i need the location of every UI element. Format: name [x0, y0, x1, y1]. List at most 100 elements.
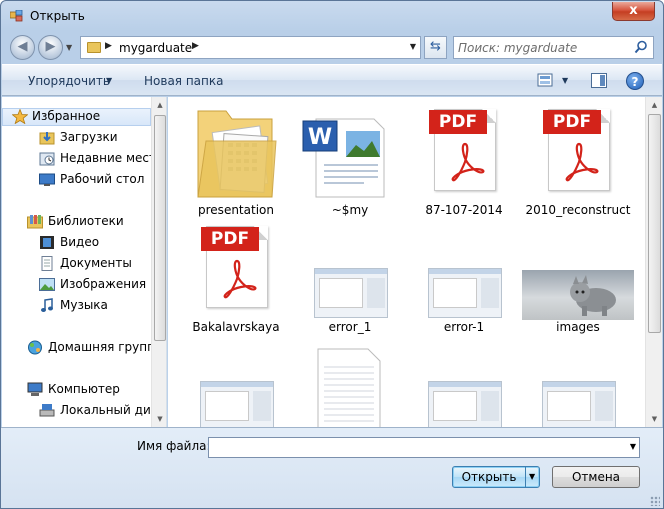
video-icon — [40, 236, 54, 249]
scrollbar-thumb[interactable] — [648, 114, 661, 333]
close-icon: x — [629, 3, 638, 18]
new-folder-button[interactable]: Новая папка — [144, 74, 223, 88]
help-button[interactable]: ? — [626, 72, 644, 90]
forward-button[interactable]: ▶ — [38, 35, 63, 60]
scroll-down-icon[interactable]: ▼ — [646, 411, 662, 427]
nav-item-label: Рабочий стол — [60, 172, 145, 186]
nav-homegroup-label: Домашняя группа — [48, 340, 163, 354]
star-icon — [12, 109, 28, 124]
search-icon[interactable] — [634, 40, 648, 54]
scrollbar-thumb[interactable] — [154, 115, 166, 341]
file-thumbnail: W — [294, 101, 406, 201]
nav-item-label: Загрузки — [60, 130, 118, 144]
filename-input[interactable] — [212, 440, 612, 455]
file-item-image[interactable]: error-1 — [408, 214, 520, 334]
nav-item-label: Недавние места — [60, 151, 164, 165]
pdf-badge: PDF — [543, 110, 601, 134]
open-file-dialog: Открыть x ◀ ▶ ▼ ▶ mygarduate ▶ ▼ ⇆ Упор — [0, 0, 664, 509]
filename-dropdown-icon[interactable]: ▼ — [630, 442, 636, 451]
desktop-icon — [39, 173, 55, 186]
navigation-pane: Избранное Загрузки Недавние места Рабочи… — [2, 97, 167, 427]
file-item-document[interactable] — [294, 331, 406, 427]
close-button[interactable]: x — [612, 2, 655, 21]
computer-icon — [27, 382, 43, 396]
change-view-icon[interactable] — [537, 73, 553, 87]
nav-item-label: Документы — [60, 256, 132, 270]
bottom-panel: Имя файла: ▼ Открыть ▼ Отмена — [1, 427, 663, 508]
title-bar[interactable]: Открыть x — [1, 1, 663, 31]
nav-item-label: Локальный диск — [60, 403, 165, 417]
file-item-image[interactable]: images — [522, 214, 634, 334]
file-thumbnail — [294, 335, 406, 427]
nav-item-label: Видео — [60, 235, 100, 249]
preview-pane-toggle-icon[interactable] — [591, 73, 607, 88]
back-button[interactable]: ◀ — [10, 35, 35, 60]
open-button[interactable]: Открыть ▼ — [452, 466, 540, 488]
file-thumbnail — [408, 335, 520, 427]
navigation-scrollbar[interactable]: ▲ ▼ — [151, 97, 166, 427]
pdf-document-icon: PDF — [201, 226, 268, 308]
refresh-icon: ⇆ — [430, 39, 441, 54]
acrobat-logo-icon — [565, 142, 599, 182]
file-item-word[interactable]: W ~$my — [294, 97, 406, 217]
scroll-up-icon[interactable]: ▲ — [646, 97, 662, 113]
downloads-icon — [39, 132, 55, 145]
forward-arrow-icon: ▶ — [45, 39, 56, 54]
breadcrumb-current-folder[interactable]: mygarduate — [119, 41, 192, 55]
text-document-icon — [317, 348, 381, 427]
address-bar[interactable]: ▶ mygarduate ▶ ▼ — [80, 36, 421, 59]
acrobat-logo-icon — [451, 142, 485, 182]
nav-item-label: Изображения — [60, 277, 147, 291]
file-thumbnail — [180, 101, 292, 201]
pdf-document-icon: PDF — [429, 109, 496, 191]
file-item-image[interactable] — [180, 331, 292, 427]
file-item-image[interactable]: error_1 — [294, 214, 406, 334]
breadcrumb-chevron-icon[interactable]: ▶ — [192, 41, 199, 51]
scroll-down-icon[interactable]: ▼ — [152, 411, 166, 427]
nav-favorites-label: Избранное — [32, 109, 101, 123]
file-thumbnail — [180, 335, 292, 427]
folder-icon — [197, 110, 277, 198]
search-box[interactable] — [453, 36, 654, 59]
cancel-button[interactable]: Отмена — [552, 466, 640, 488]
refresh-button[interactable]: ⇆ — [424, 36, 447, 59]
local-disk-icon — [39, 404, 55, 417]
filename-combobox[interactable]: ▼ — [208, 437, 640, 458]
breadcrumb-chevron-icon[interactable]: ▶ — [105, 41, 112, 51]
resize-grip-icon[interactable] — [650, 496, 660, 506]
file-list-scrollbar[interactable]: ▲ ▼ — [645, 97, 662, 427]
file-thumbnail — [408, 218, 520, 318]
screenshot-thumbnail — [542, 381, 616, 427]
pdf-badge: PDF — [201, 227, 259, 251]
word-document-icon: W — [302, 118, 385, 198]
view-options-dropdown-icon[interactable]: ▼ — [562, 76, 568, 85]
svg-text:W: W — [308, 125, 332, 150]
file-item-pdf[interactable]: PDF 87-107-2014 — [408, 97, 520, 217]
file-list: presentation W ~$my PDF 87-107-2014 PDF … — [168, 97, 662, 427]
acrobat-logo-icon — [223, 259, 257, 299]
nav-computer-label: Компьютер — [48, 382, 120, 396]
file-item-pdf[interactable]: PDF Bakalavrskaya — [180, 214, 292, 334]
homegroup-icon — [28, 340, 42, 355]
file-item-image[interactable] — [408, 331, 520, 427]
back-arrow-icon: ◀ — [17, 39, 28, 54]
open-options-dropdown-icon[interactable]: ▼ — [529, 472, 535, 481]
search-input[interactable] — [458, 40, 628, 56]
file-item-folder[interactable]: presentation — [180, 97, 292, 217]
pdf-badge: PDF — [429, 110, 487, 134]
organize-dropdown-icon[interactable]: ▼ — [106, 76, 112, 85]
nav-item-label: Музыка — [60, 298, 108, 312]
organize-menu-button[interactable]: Упорядочить — [28, 74, 110, 88]
open-button-label: Открыть — [461, 470, 517, 484]
pictures-icon — [39, 278, 55, 291]
address-dropdown-icon[interactable]: ▼ — [410, 42, 416, 51]
music-icon — [41, 298, 53, 312]
file-thumbnail — [294, 218, 406, 318]
scroll-up-icon[interactable]: ▲ — [152, 97, 166, 113]
window-title: Открыть — [30, 9, 85, 23]
documents-icon — [41, 256, 53, 271]
recent-locations-dropdown-icon[interactable]: ▼ — [66, 43, 72, 52]
folder-icon — [87, 42, 101, 53]
file-item-image[interactable] — [522, 331, 634, 427]
file-item-pdf[interactable]: PDF 2010_reconstruct — [522, 97, 634, 217]
